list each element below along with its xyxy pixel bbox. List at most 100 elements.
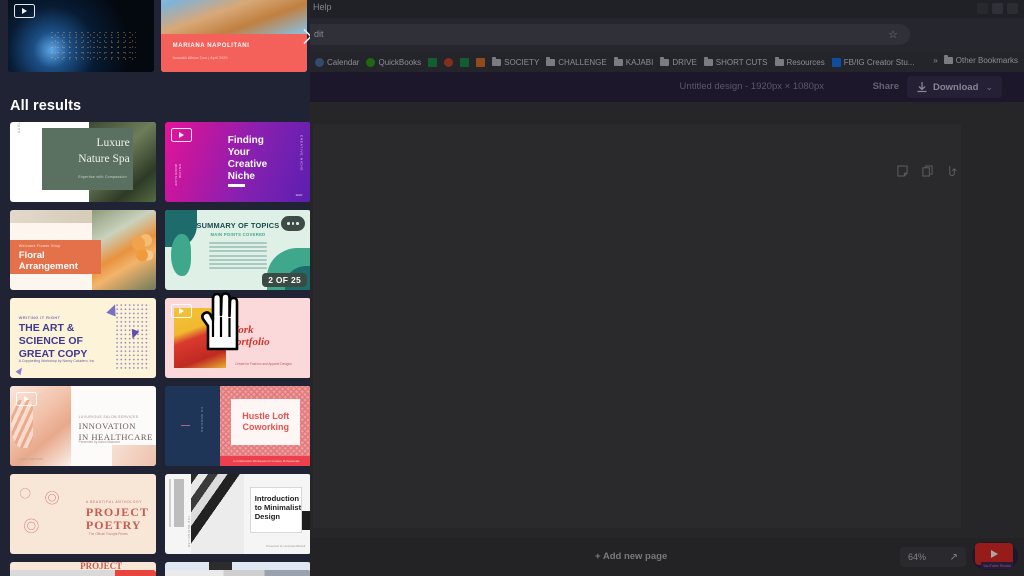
zoom-control[interactable]: 64% ↗ bbox=[900, 547, 966, 567]
bookmarks-overflow-button[interactable]: » bbox=[933, 56, 937, 65]
download-icon bbox=[917, 81, 927, 92]
bookmark-label: Calendar bbox=[327, 57, 360, 67]
next-page-arrow-button[interactable] bbox=[296, 18, 310, 54]
copy-eyebrow: WRITING IT RIGHT bbox=[18, 315, 61, 320]
page-count-badge: 2 OF 25 bbox=[262, 273, 307, 287]
spa-title: Luxure Nature Spa bbox=[78, 137, 130, 165]
facebook-icon bbox=[831, 57, 841, 67]
minimal-photo bbox=[191, 474, 244, 554]
video-play-badge-icon bbox=[171, 128, 192, 142]
hustle-side-text: CO WORKING bbox=[200, 406, 205, 433]
extension-icon[interactable] bbox=[977, 3, 988, 14]
poetry-subtitle: The Official Thought Pieces bbox=[88, 531, 128, 536]
bookmark-item[interactable]: Calendar bbox=[315, 57, 360, 67]
hustle-dash bbox=[181, 425, 191, 427]
template-card-art-science-great-copy[interactable]: WRITING IT RIGHT THE ART & SCIENCE OF GR… bbox=[10, 298, 156, 378]
folder-icon bbox=[546, 56, 556, 66]
template-card-floral-arrangement[interactable]: Welcome Flower Shop Floral Arrangement bbox=[10, 210, 156, 290]
canvas-area[interactable]: + Add new page 64% ↗ Help YouTube Studio bbox=[310, 102, 1024, 576]
template-card-partial-3[interactable] bbox=[10, 570, 156, 576]
hustle-title-box: Hustle Loft Coworking bbox=[231, 398, 301, 446]
bookmark-item[interactable]: SOCIETY bbox=[492, 56, 540, 67]
menu-icon[interactable] bbox=[1007, 3, 1018, 14]
templates-search-panel: MARIANA NAPOLITANI Acoustic Album Tour |… bbox=[0, 0, 310, 576]
more-options-icon[interactable] bbox=[281, 216, 305, 231]
bookmark-label: CHALLENGE bbox=[558, 57, 607, 67]
bookmark-item[interactable] bbox=[444, 57, 454, 67]
download-button[interactable]: Download ⌄ bbox=[907, 76, 1002, 98]
chevron-down-icon[interactable]: ⌄ bbox=[985, 82, 993, 93]
url-text: dit bbox=[314, 29, 324, 39]
template-card-space-earth[interactable] bbox=[8, 0, 154, 72]
hustle-title: Hustle Loft Coworking bbox=[242, 411, 290, 432]
niche-rule bbox=[227, 184, 245, 187]
drive-icon bbox=[444, 57, 454, 67]
minimal-subtitle: Presented by Henrietta Mitchell bbox=[266, 543, 306, 548]
address-bar[interactable]: dit ☆ bbox=[300, 24, 910, 45]
niche-corner-text: 2020 bbox=[295, 193, 303, 198]
profile-icon[interactable] bbox=[992, 3, 1003, 14]
bookmark-item[interactable]: SHORT CUTS bbox=[703, 56, 768, 67]
bookmark-star-icon[interactable]: ☆ bbox=[888, 28, 898, 41]
other-bookmarks-label: Other Bookmarks bbox=[955, 56, 1018, 65]
bookmark-item[interactable] bbox=[428, 57, 438, 67]
template-card-project-poetry[interactable]: A BEAUTIFUL ANTHOLOGY PROJECT POETRY The… bbox=[10, 474, 156, 554]
template-card-guitar-musician[interactable]: MARIANA NAPOLITANI Acoustic Album Tour |… bbox=[161, 0, 307, 72]
template-card-partial-4[interactable] bbox=[165, 570, 310, 576]
sot-title: SUMMARY OF TOPICS bbox=[196, 221, 280, 231]
poetry-floral-artwork bbox=[12, 477, 75, 551]
pointing-hand-cursor bbox=[201, 292, 239, 351]
niche-title: Finding Your Creative Niche bbox=[227, 134, 268, 183]
poetry-title: PROJECT POETRY bbox=[85, 505, 149, 532]
design-page[interactable] bbox=[313, 124, 961, 528]
template-card-innovation-in-healthcare[interactable]: LUXURIOUS SALON SERVICES INNOVATION IN H… bbox=[10, 386, 156, 466]
template-card-hustle-loft-coworking[interactable]: Hustle Loft Coworking A Collaborative Wo… bbox=[165, 386, 310, 466]
page-tools bbox=[897, 165, 958, 177]
bookmark-item[interactable]: QuickBooks bbox=[366, 57, 422, 67]
zoom-level-label: 64% bbox=[908, 552, 927, 562]
all-results-heading: All results bbox=[10, 98, 82, 114]
healthcare-subtitle: Presented by Aaron Mascara bbox=[78, 440, 120, 445]
minimal-title-box: Introduction to Minimalist Design bbox=[249, 486, 303, 534]
copy-subtitle: A Copywriting Workshop by Nancy Caludero… bbox=[18, 358, 96, 363]
floral-photo bbox=[91, 210, 156, 290]
video-play-badge-icon bbox=[16, 392, 37, 406]
guitar-title-band: MARIANA NAPOLITANI Acoustic Album Tour |… bbox=[161, 34, 307, 72]
bookmark-item[interactable]: CHALLENGE bbox=[546, 56, 607, 67]
bookmark-item[interactable]: KAJABI bbox=[613, 56, 653, 67]
floral-strip bbox=[10, 210, 101, 223]
bookmark-label: QuickBooks bbox=[378, 57, 422, 67]
bookmark-item[interactable]: DRIVE bbox=[660, 56, 697, 67]
folder-icon bbox=[613, 56, 623, 66]
healthcare-footer: LUXOR CREATIVES bbox=[17, 457, 44, 462]
sot-blob-b bbox=[170, 234, 192, 276]
add-new-page-button[interactable]: + Add new page bbox=[595, 551, 667, 562]
duplicate-icon[interactable] bbox=[922, 165, 933, 177]
other-bookmarks-item[interactable]: Other Bookmarks bbox=[943, 55, 1018, 65]
bookmark-item[interactable] bbox=[476, 57, 486, 67]
help-button[interactable]: Help YouTube Studio bbox=[972, 542, 1018, 570]
lock-icon[interactable] bbox=[947, 165, 958, 177]
portfolio-subtitle: Create for Fashion and Apparel Designs bbox=[235, 362, 292, 366]
menu-item-help[interactable]: Help bbox=[313, 2, 332, 12]
bookmark-label: SOCIETY bbox=[504, 57, 540, 67]
bookmark-item[interactable]: Resources bbox=[774, 56, 825, 67]
expand-icon[interactable]: ↗ bbox=[950, 552, 958, 563]
bookmark-item[interactable] bbox=[460, 57, 470, 67]
analytics-icon bbox=[476, 57, 486, 67]
document-title[interactable]: Untitled design - 1920px × 1080px bbox=[680, 81, 824, 92]
template-card-introduction-to-minimalist-design[interactable]: THE DESIGN LAB Introduction to Minimalis… bbox=[165, 474, 310, 554]
share-button[interactable]: Share bbox=[873, 81, 899, 92]
niche-side-text-2: ONLINE WORKSHOP bbox=[173, 163, 182, 187]
bookmark-item[interactable]: FB/IG Creator Stu... bbox=[831, 57, 914, 67]
template-card-finding-your-creative-niche[interactable]: CREATIVE NICHE ONLINE WORKSHOP Finding Y… bbox=[165, 122, 310, 202]
canva-bottom-bar: + Add new page 64% ↗ Help YouTube Studio bbox=[310, 538, 1024, 576]
poetry-eyebrow: A BEAUTIFUL ANTHOLOGY bbox=[85, 499, 143, 504]
note-icon[interactable] bbox=[897, 165, 908, 177]
youtube-caption: YouTube Studio bbox=[980, 562, 1013, 569]
spa-side-text: AUGUST 14 2020 bbox=[17, 122, 21, 133]
minimal-title: Introduction to Minimalist Design bbox=[254, 494, 302, 522]
sot-subtitle: MAIN POINTS COVERED bbox=[210, 232, 266, 238]
template-card-summary-of-topics[interactable]: SUMMARY OF TOPICS MAIN POINTS COVERED 2 … bbox=[165, 210, 310, 290]
template-card-luxure-nature-spa[interactable]: AUGUST 14 2020 Luxure Nature Spa Experti… bbox=[10, 122, 156, 202]
